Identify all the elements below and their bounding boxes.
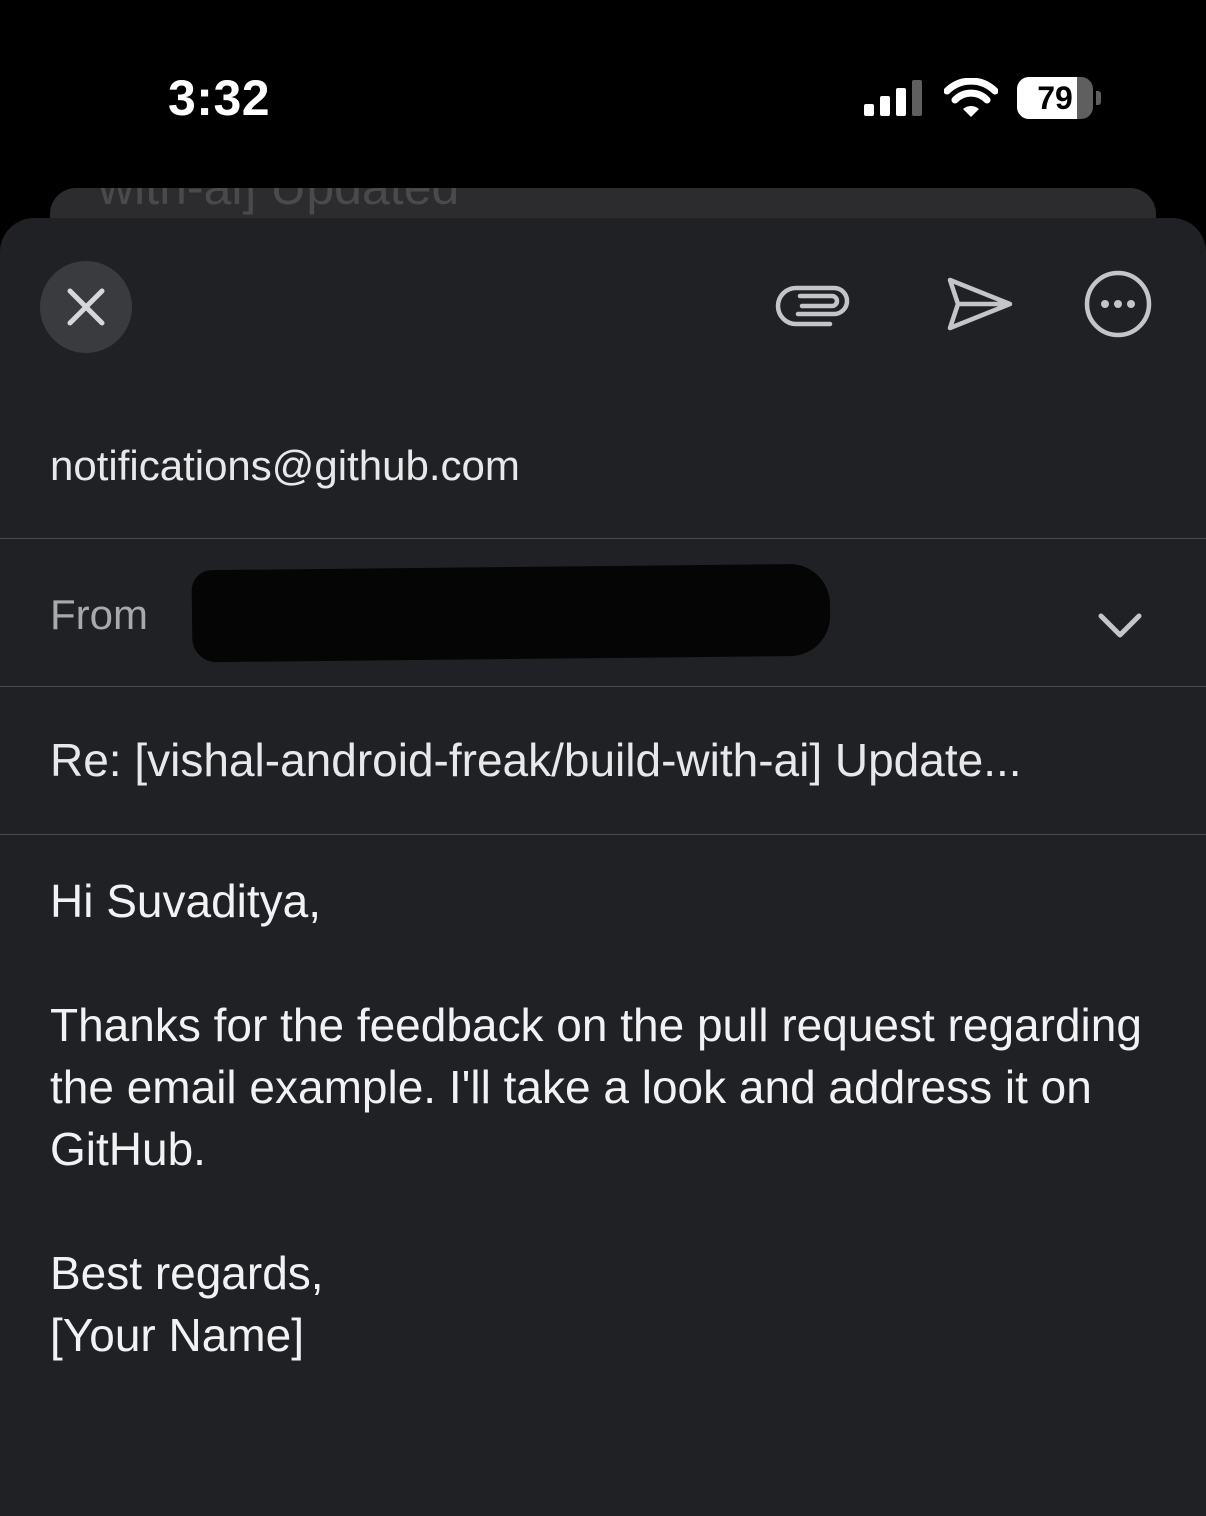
- cellular-signal-icon: [864, 80, 922, 116]
- subject-field[interactable]: Re: [vishal-android-freak/build-with-ai]…: [0, 687, 1206, 835]
- more-options-icon[interactable]: [1078, 264, 1158, 344]
- compose-sheet: notifications@github.com From Re: [visha…: [0, 218, 1206, 1516]
- to-field[interactable]: notifications@github.com: [0, 390, 1206, 539]
- close-icon: [67, 288, 105, 326]
- subject-text[interactable]: Re: [vishal-android-freak/build-with-ai]…: [50, 733, 1022, 787]
- status-time: 3:32: [168, 70, 271, 126]
- wifi-icon: [944, 78, 998, 117]
- to-recipient[interactable]: notifications@github.com: [50, 442, 520, 490]
- close-button[interactable]: [40, 261, 132, 353]
- status-bar: 3:32 79: [0, 0, 1206, 190]
- battery-percentage: 79: [1037, 80, 1073, 116]
- battery-indicator: 79: [1017, 77, 1101, 119]
- send-icon[interactable]: [940, 264, 1020, 344]
- message-body[interactable]: Hi Suvaditya, Thanks for the feedback on…: [50, 870, 1160, 1366]
- chevron-down-icon[interactable]: [1096, 611, 1144, 641]
- background-sheet-text: with-ai] Updated: [98, 188, 459, 216]
- redacted-sender: [191, 563, 831, 663]
- from-field[interactable]: From: [0, 539, 1206, 687]
- from-label: From: [50, 591, 148, 638]
- paperclip-icon[interactable]: [772, 264, 852, 344]
